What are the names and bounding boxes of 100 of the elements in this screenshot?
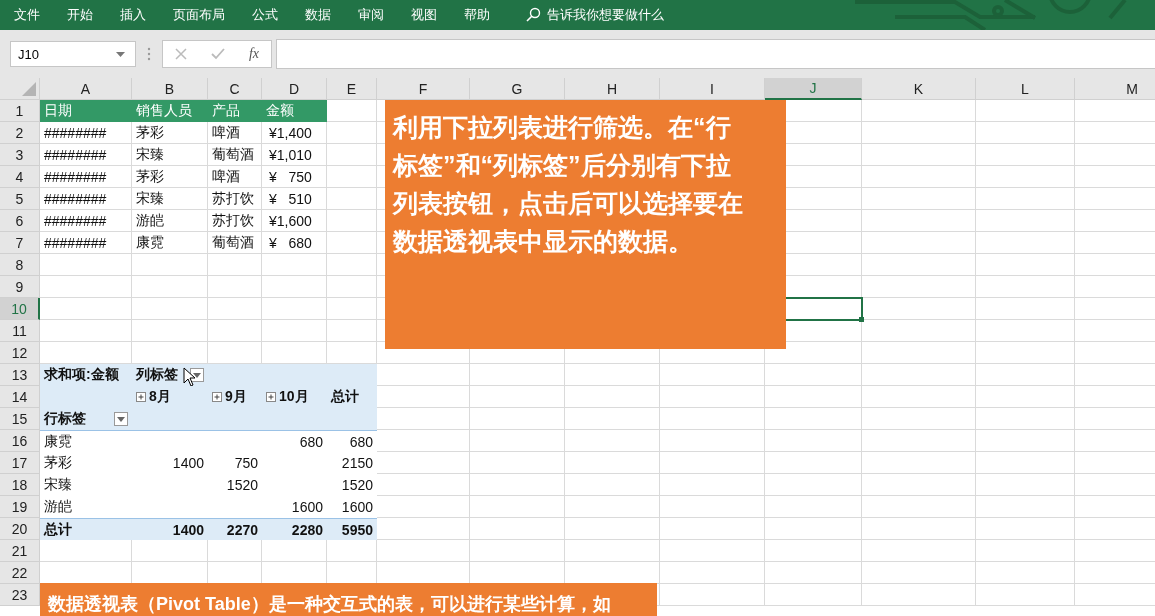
table-cell: 宋臻 (136, 146, 164, 164)
table-cell: 宋臻 (136, 190, 164, 208)
row-header[interactable]: 3 (0, 144, 40, 166)
table-cell: ######## (44, 213, 107, 229)
row-header[interactable]: 2 (0, 122, 40, 144)
column-header[interactable]: D (262, 78, 327, 100)
row-header[interactable]: 10 (0, 298, 40, 320)
row-header[interactable]: 21 (0, 540, 40, 562)
table-cell: ######## (44, 125, 107, 141)
table-cell: 10月 (279, 388, 309, 406)
table-cell: ######## (44, 147, 107, 163)
row-header[interactable]: 5 (0, 188, 40, 210)
cursor-icon (183, 367, 197, 387)
table-cell: 1520 (226, 477, 258, 493)
row-header[interactable]: 18 (0, 474, 40, 496)
table-cell: ¥1,010 (269, 147, 312, 163)
ribbon-tab[interactable]: 文件 (14, 6, 40, 24)
ribbon-tab[interactable]: 数据 (305, 6, 331, 24)
row-header[interactable]: 1 (0, 100, 40, 122)
row-header[interactable]: 13 (0, 364, 40, 386)
table-cell: 康霓 (44, 432, 72, 451)
table-cell: 茅彩 (136, 124, 164, 142)
table-cell: ¥ 510 (269, 191, 312, 207)
table-cell: ######## (44, 191, 107, 207)
table-cell: 苏打饮 (212, 190, 254, 208)
row-header[interactable]: 7 (0, 232, 40, 254)
ribbon-tab[interactable]: 开始 (67, 6, 93, 24)
expand-icon[interactable] (266, 392, 276, 402)
row-header[interactable]: 19 (0, 496, 40, 518)
grip-icon (147, 47, 151, 61)
row-header[interactable]: 4 (0, 166, 40, 188)
tell-me-search[interactable]: 告诉我你想要做什么 (547, 6, 664, 24)
table-cell: 1400 (172, 455, 204, 471)
row-header[interactable]: 20 (0, 518, 40, 540)
row-header[interactable]: 16 (0, 430, 40, 452)
column-heading: 销售人员 (136, 102, 192, 120)
ribbon-tab[interactable]: 视图 (411, 6, 437, 24)
row-header[interactable]: 6 (0, 210, 40, 232)
column-header[interactable]: M (1075, 78, 1155, 100)
expand-icon[interactable] (212, 392, 222, 402)
column-header[interactable]: H (565, 78, 660, 100)
check-icon[interactable] (210, 48, 225, 60)
row-header[interactable]: 12 (0, 342, 40, 364)
table-cell: 游皑 (136, 212, 164, 230)
table-cell: 葡萄酒 (212, 234, 254, 252)
expand-icon[interactable] (136, 392, 146, 402)
row-header[interactable]: 14 (0, 386, 40, 408)
ribbon-tab[interactable]: 插入 (120, 6, 146, 24)
table-cell: 2270 (226, 521, 258, 538)
column-heading: 日期 (44, 102, 72, 120)
column-header[interactable]: G (470, 78, 565, 100)
column-header[interactable]: L (976, 78, 1075, 100)
table-cell: 宋臻 (44, 476, 72, 494)
column-header[interactable]: K (862, 78, 976, 100)
table-cell: 5950 (341, 521, 373, 538)
row-header[interactable]: 15 (0, 408, 40, 430)
row-header[interactable]: 9 (0, 276, 40, 298)
column-heading: 产品 (212, 102, 240, 120)
table-cell: 9月 (225, 388, 247, 406)
callout-box: 数据透视表（Pivot Table）是一种交互式的表，可以进行某些计算，如 (40, 583, 657, 616)
ribbon-tab[interactable]: 审阅 (358, 6, 384, 24)
table-cell: 总计 (44, 520, 72, 539)
table-cell: 680 (299, 433, 323, 450)
caret-icon (116, 51, 125, 57)
column-header[interactable]: F (377, 78, 470, 100)
ribbon-tab[interactable]: 页面布局 (173, 6, 225, 24)
column-header[interactable]: A (40, 78, 132, 100)
table-cell: 2150 (341, 455, 373, 471)
search-icon (525, 7, 541, 23)
row-header[interactable]: 8 (0, 254, 40, 276)
row-header[interactable]: 11 (0, 320, 40, 342)
caret-icon (193, 372, 201, 378)
ribbon-tab[interactable]: 公式 (252, 6, 278, 24)
table-cell: 求和项:金额 (44, 366, 119, 384)
table-cell: 750 (234, 455, 258, 471)
column-header[interactable]: I (660, 78, 765, 100)
name-box[interactable]: J10 (10, 41, 136, 67)
row-header[interactable]: 23 (0, 584, 40, 606)
table-cell: 茅彩 (44, 454, 72, 472)
column-heading: 金额 (266, 102, 294, 120)
table-cell: 康霓 (136, 234, 164, 252)
row-header[interactable]: 17 (0, 452, 40, 474)
table-cell: 1600 (341, 499, 373, 515)
caret-icon (117, 416, 125, 422)
column-header[interactable]: E (327, 78, 377, 100)
column-header[interactable]: C (208, 78, 262, 100)
row-header[interactable]: 22 (0, 562, 40, 584)
table-cell: 2280 (291, 521, 323, 538)
column-header[interactable]: B (132, 78, 208, 100)
insert-function-button[interactable]: fx (248, 46, 259, 62)
formula-input[interactable] (276, 39, 1155, 69)
ribbon-tab[interactable]: 帮助 (464, 6, 490, 24)
table-cell: ¥ 680 (269, 235, 312, 251)
table-cell: 游皑 (44, 498, 72, 516)
table-cell: ¥ 750 (269, 169, 312, 185)
table-cell: ¥1,400 (269, 125, 312, 141)
table-cell: 总计 (331, 388, 359, 406)
column-header[interactable]: J (765, 78, 862, 100)
table-cell: ######## (44, 235, 107, 251)
table-cell: 1400 (172, 521, 204, 538)
